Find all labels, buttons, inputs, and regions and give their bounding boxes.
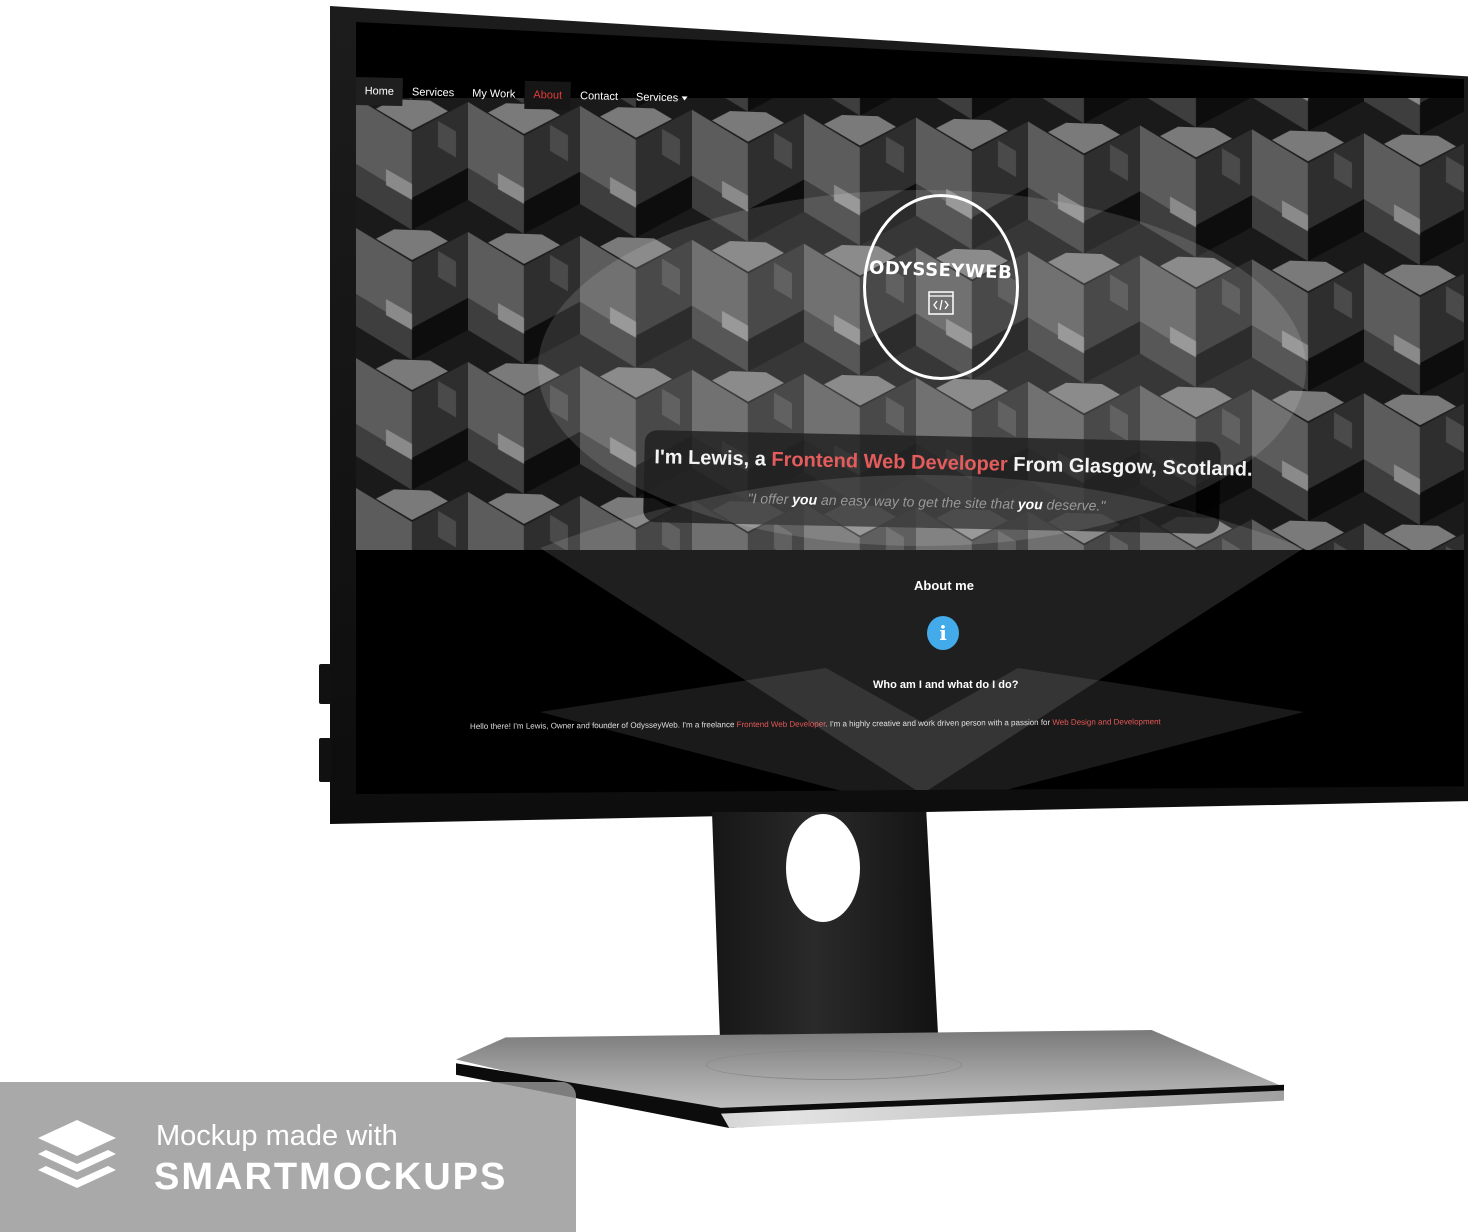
- nav-about[interactable]: About: [524, 80, 572, 110]
- quote-part1: "I offer: [747, 490, 793, 508]
- monitor-side-port: [319, 738, 331, 782]
- layers-icon: [38, 1120, 116, 1188]
- logo-text: ODYSSEYWEB: [869, 257, 1013, 283]
- hero-quote: "I offer you an easy way to get the site…: [747, 490, 1105, 513]
- quote-you2: you: [1017, 495, 1043, 513]
- hero-headline: I'm Lewis, a Frontend Web Developer From…: [654, 446, 1253, 482]
- smartmockups-watermark[interactable]: Mockup made with SMARTMOCKUPS: [0, 1082, 576, 1232]
- nav-home[interactable]: Home: [356, 76, 404, 107]
- mockup-stage: Home Services My Work About Contact Serv…: [0, 0, 1473, 1232]
- nav-contact[interactable]: Contact: [571, 82, 628, 111]
- intro-highlight1: Frontend Web Developer: [736, 719, 826, 730]
- stand-cable-hole: [786, 814, 860, 922]
- info-icon: i: [927, 616, 959, 650]
- headline-highlight: Frontend Web Developer: [771, 448, 1008, 476]
- nav-services-dropdown[interactable]: Services: [627, 83, 697, 113]
- nav-services[interactable]: Services: [403, 78, 464, 107]
- code-window-icon: [928, 290, 954, 315]
- headline-suffix: From Glasgow, Scotland.: [1007, 453, 1253, 481]
- website-screen: Home Services My Work About Contact Serv…: [356, 22, 1464, 794]
- monitor-side-port: [319, 664, 331, 704]
- about-section-title: About me: [914, 578, 974, 593]
- quote-you1: you: [792, 491, 818, 508]
- quote-part3: deserve.": [1042, 496, 1106, 514]
- site-logo[interactable]: ODYSSEYWEB: [863, 194, 1019, 380]
- intro-highlight2: Web Design and Development: [1052, 717, 1161, 727]
- nav-my-work[interactable]: My Work: [463, 79, 525, 108]
- about-subtitle: Who am I and what do I do?: [873, 679, 1019, 691]
- intro-part2: . I'm a highly creative and work driven …: [825, 717, 1053, 729]
- watermark-line1: Mockup made with: [156, 1120, 398, 1152]
- intro-part1: Hello there! I'm Lewis, Owner and founde…: [470, 720, 737, 731]
- about-intro-text: Hello there! I'm Lewis, Owner and founde…: [470, 716, 1370, 731]
- stand-swivel-disc: [706, 1050, 962, 1080]
- watermark-line2: SMARTMOCKUPS: [154, 1156, 508, 1198]
- caret-down-icon: [681, 96, 688, 101]
- hero-tagline-box: I'm Lewis, a Frontend Web Developer From…: [643, 430, 1253, 535]
- headline-prefix: I'm Lewis, a: [654, 446, 772, 471]
- quote-part2: an easy way to get the site that: [816, 491, 1019, 512]
- nav-services-dropdown-label: Services: [635, 91, 679, 105]
